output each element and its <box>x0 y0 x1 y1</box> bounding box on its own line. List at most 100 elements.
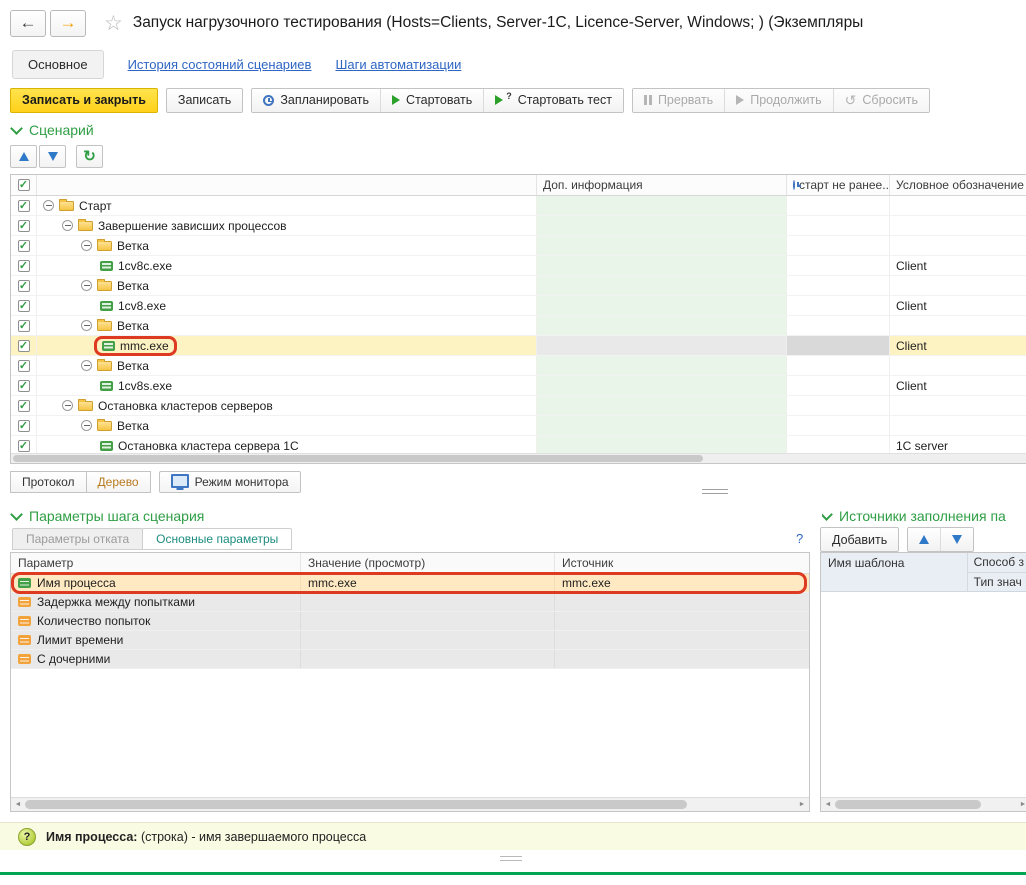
continue-button[interactable]: Продолжить <box>725 89 833 112</box>
collapse-icon[interactable] <box>81 320 92 331</box>
tree-row[interactable]: ✓1cv8.exeClient <box>11 296 1026 316</box>
refresh-button[interactable]: ↻ <box>76 145 103 168</box>
param-row[interactable]: Количество попыток <box>11 612 809 631</box>
symbol-column-header[interactable]: Условное обозначение ед... <box>890 175 1026 195</box>
row-checkbox[interactable]: ✓ <box>18 280 30 292</box>
monitor-mode-button[interactable]: Режим монитора <box>159 471 301 493</box>
tree-horizontal-scrollbar[interactable] <box>11 453 1026 463</box>
row-checkbox[interactable]: ✓ <box>18 320 30 332</box>
collapse-icon[interactable] <box>81 280 92 291</box>
fill-method-column-header[interactable]: Способ з <box>968 553 1026 573</box>
move-up-button[interactable] <box>10 145 37 168</box>
source-move-up-button[interactable] <box>908 528 941 551</box>
tab-main-params[interactable]: Основные параметры <box>142 528 292 550</box>
value-type-column-header[interactable]: Тип знач <box>968 573 1026 592</box>
select-all-header-cell[interactable]: ✓ <box>11 175 37 195</box>
scrollbar-thumb[interactable] <box>25 800 687 809</box>
tree-row[interactable]: ✓Остановка кластеров серверов <box>11 396 1026 416</box>
scroll-left-icon[interactable]: ◄ <box>11 798 25 811</box>
row-checkbox[interactable]: ✓ <box>18 440 30 452</box>
param-row[interactable]: Лимит времени <box>11 631 809 650</box>
value-column-header[interactable]: Значение (просмотр) <box>301 553 555 573</box>
info-column-header[interactable]: Доп. информация <box>537 175 787 195</box>
tree-row[interactable]: ✓ Ветка <box>11 356 1026 376</box>
tab-rollback-params[interactable]: Параметры отката <box>12 528 143 550</box>
param-row[interactable]: С дочерними <box>11 650 809 669</box>
forward-button[interactable]: → <box>50 10 86 37</box>
protocol-view-button[interactable]: Протокол <box>10 471 87 493</box>
help-link[interactable]: ? <box>796 531 803 546</box>
params-horizontal-scrollbar[interactable]: ◄ ► <box>11 797 809 811</box>
tree-row[interactable]: ✓ Завершение зависших процессов <box>11 216 1026 236</box>
tab-main[interactable]: Основное <box>12 50 104 79</box>
folder-icon <box>59 201 74 211</box>
param-row[interactable]: Имя процессаmmc.exemmc.exe <box>11 574 809 593</box>
params-section-header[interactable]: Параметры шага сценария <box>12 508 204 524</box>
tree-node: Ветка <box>81 359 149 373</box>
start-test-button[interactable]: ? Стартовать тест <box>484 89 623 112</box>
schedule-button[interactable]: Запланировать <box>252 89 381 112</box>
move-down-button[interactable] <box>39 145 66 168</box>
row-checkbox[interactable]: ✓ <box>18 300 30 312</box>
scroll-right-icon[interactable]: ► <box>1016 798 1026 811</box>
tab-automation-steps-link[interactable]: Шаги автоматизации <box>335 57 461 72</box>
row-checkbox[interactable]: ✓ <box>18 260 30 272</box>
row-checkbox[interactable]: ✓ <box>18 360 30 372</box>
add-source-button[interactable]: Добавить <box>820 527 899 552</box>
row-checkbox[interactable]: ✓ <box>18 220 30 232</box>
row-checkbox[interactable]: ✓ <box>18 240 30 252</box>
tree-row[interactable]: ✓Ветка <box>11 236 1026 256</box>
param-value-cell <box>301 593 555 611</box>
tree-row[interactable]: ✓1cv8s.exeClient <box>11 376 1026 396</box>
collapse-icon[interactable] <box>81 420 92 431</box>
tree-node: Ветка <box>81 279 149 293</box>
splitter-handle[interactable] <box>702 489 728 494</box>
scroll-right-icon[interactable]: ► <box>795 798 809 811</box>
continue-label: Продолжить <box>750 93 821 107</box>
abort-button[interactable]: Прервать <box>633 89 725 112</box>
chevron-down-icon <box>822 508 833 520</box>
save-and-close-button[interactable]: Записать и закрыть <box>10 88 158 113</box>
tree-row[interactable]: ✓1cv8c.exeClient <box>11 256 1026 276</box>
source-column-header[interactable]: Источник <box>555 553 809 573</box>
sources-horizontal-scrollbar[interactable]: ◄ ► <box>821 797 1026 811</box>
back-button[interactable]: ← <box>10 10 46 37</box>
sources-section-header[interactable]: Источники заполнения па <box>822 508 1026 524</box>
param-column-header[interactable]: Параметр <box>11 553 301 573</box>
favorite-star-icon[interactable]: ☆ <box>104 11 123 36</box>
tree-column-header[interactable] <box>37 175 537 195</box>
start-column-header[interactable]: старт не ранее... <box>787 175 890 195</box>
collapse-icon[interactable] <box>81 360 92 371</box>
row-checkbox[interactable]: ✓ <box>18 200 30 212</box>
source-move-down-button[interactable] <box>941 528 973 551</box>
collapse-icon[interactable] <box>43 200 54 211</box>
tree-row[interactable]: ✓Старт <box>11 196 1026 216</box>
reset-button[interactable]: ↺ Сбросить <box>834 89 929 112</box>
collapse-icon[interactable] <box>81 240 92 251</box>
collapse-icon[interactable] <box>62 220 73 231</box>
param-row[interactable]: Задержка между попытками <box>11 593 809 612</box>
row-checkbox[interactable]: ✓ <box>18 420 30 432</box>
sources-table: Имя шаблона Способ з Тип знач ◄ ► <box>820 552 1026 812</box>
tab-scenario-history-link[interactable]: История состояний сценариев <box>128 57 312 72</box>
row-checkbox[interactable]: ✓ <box>18 340 30 352</box>
tree-node: Завершение зависших процессов <box>62 219 287 233</box>
tree-row[interactable]: ✓Ветка <box>11 416 1026 436</box>
tree-view-button[interactable]: Дерево <box>86 471 151 493</box>
tree-row[interactable]: ✓mmc.exeClient <box>11 336 1026 356</box>
splitter-handle[interactable] <box>500 856 522 861</box>
start-button[interactable]: Стартовать <box>381 89 484 112</box>
collapse-icon[interactable] <box>62 400 73 411</box>
tree-row[interactable]: ✓Ветка <box>11 316 1026 336</box>
scrollbar-thumb[interactable] <box>835 800 981 809</box>
scroll-left-icon[interactable]: ◄ <box>821 798 835 811</box>
tree-row[interactable]: ✓ Ветка <box>11 276 1026 296</box>
row-checkbox[interactable]: ✓ <box>18 400 30 412</box>
row-checkbox[interactable]: ✓ <box>18 380 30 392</box>
scenario-section-header[interactable]: Сценарий <box>12 122 94 138</box>
template-name-column-header[interactable]: Имя шаблона <box>821 553 968 591</box>
pause-icon <box>644 95 652 105</box>
save-button[interactable]: Записать <box>166 88 243 113</box>
save-label: Записать <box>178 93 231 107</box>
scrollbar-thumb[interactable] <box>13 455 703 462</box>
